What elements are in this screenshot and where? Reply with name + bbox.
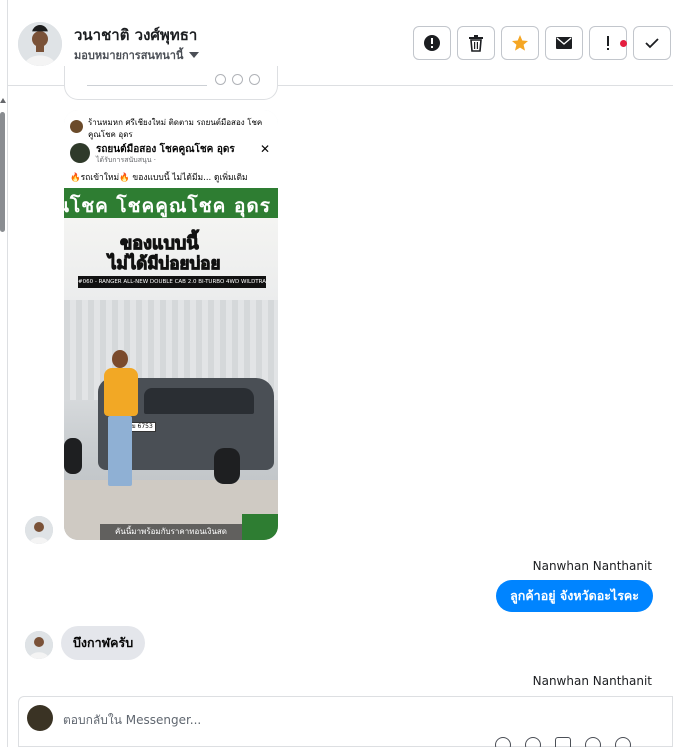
model-strip: #060 - RANGER ALL-NEW DOUBLE CAB 2.0 BI-… bbox=[78, 276, 266, 288]
notification-dot bbox=[620, 40, 627, 47]
story-header: ร้านหมหก ศรีเชียงใหม่ ติดตาม รถยนต์มือสอ… bbox=[64, 110, 278, 188]
story-shop-line: ร้านหมหก ศรีเชียงใหม่ ติดตาม รถยนต์มือสอ… bbox=[88, 118, 263, 139]
story-banner: นโชค โชคคูณโชค อุดร bbox=[64, 188, 278, 218]
mini-reply-field bbox=[87, 76, 207, 86]
assign-label: มอบหมายการสนทนานี้ bbox=[74, 49, 184, 62]
story-caption: 🔥รถเข้าใหม่🔥 ของแบบนี้ ไม่ได้มีม... ดูเพ… bbox=[70, 173, 248, 183]
assign-conversation-dropdown[interactable]: มอบหมายการสนทนานี้ bbox=[74, 46, 200, 64]
envelope-icon bbox=[556, 37, 572, 49]
story-subtitle: คันนี้มาพร้อมกับราคาทอนเงินสด bbox=[100, 524, 242, 540]
truck-wheel bbox=[214, 448, 240, 484]
shop-avatar bbox=[70, 120, 83, 133]
sender-name: Nanwhan Nanthanit bbox=[532, 559, 652, 573]
conversation-actions bbox=[413, 26, 671, 60]
delete-button[interactable] bbox=[457, 26, 495, 60]
image-icon[interactable] bbox=[555, 737, 571, 747]
composer-tools bbox=[495, 737, 631, 747]
mark-spam-button[interactable] bbox=[413, 26, 451, 60]
share-icon bbox=[249, 74, 260, 85]
person-legs bbox=[108, 416, 132, 486]
mark-unread-button[interactable] bbox=[545, 26, 583, 60]
like-icon bbox=[215, 74, 226, 85]
alert-circle-icon bbox=[424, 35, 440, 51]
person-head bbox=[112, 350, 128, 368]
mini-reactions bbox=[215, 74, 260, 85]
star-button[interactable] bbox=[501, 26, 539, 60]
scrollbar-thumb[interactable] bbox=[0, 112, 5, 232]
reply-composer[interactable]: ตอบกลับใน Messenger... bbox=[18, 696, 673, 747]
incoming-message[interactable]: บึงกาฬครับ bbox=[61, 626, 146, 660]
scroll-up-arrow[interactable] bbox=[0, 98, 6, 103]
comment-icon bbox=[232, 74, 243, 85]
story-image: ของแบบนี้ ไม่ได้มีบ่อยบ่อย #060 - RANGER… bbox=[64, 218, 278, 540]
license-plate: ฆ 6753 bbox=[128, 422, 156, 432]
exclamation-icon bbox=[607, 36, 609, 50]
money-icon[interactable] bbox=[615, 737, 631, 747]
previous-shared-card[interactable] bbox=[64, 66, 278, 100]
emoji-icon[interactable] bbox=[495, 737, 511, 747]
trash-icon bbox=[469, 35, 483, 52]
corner-banner bbox=[242, 514, 278, 540]
sponsored-label: ได้รับการสนับสนุน · bbox=[96, 156, 156, 164]
page-logo bbox=[70, 143, 90, 163]
shared-story-attachment[interactable]: ร้านหมหก ศรีเชียงใหม่ ติดตาม รถยนต์มือสอ… bbox=[64, 110, 278, 540]
contact-avatar-small[interactable] bbox=[25, 516, 53, 544]
person-shirt bbox=[104, 368, 138, 416]
sticker-icon[interactable] bbox=[585, 737, 601, 747]
left-car bbox=[64, 438, 82, 474]
close-icon[interactable]: ✕ bbox=[260, 142, 270, 156]
contact-avatar[interactable] bbox=[18, 22, 62, 66]
reply-input[interactable]: ตอบกลับใน Messenger... bbox=[63, 711, 463, 730]
sender-name: Nanwhan Nanthanit bbox=[532, 674, 652, 688]
headline-line-2: ไม่ได้มีบ่อยบ่อย bbox=[107, 254, 221, 275]
mark-done-button[interactable] bbox=[633, 26, 671, 60]
star-icon bbox=[512, 35, 528, 51]
outgoing-message[interactable]: ลูกค้าอยู่ จังหวัดอะไรคะ bbox=[496, 580, 653, 612]
contact-name[interactable]: วนาชาติ วงศ์พุทธา bbox=[74, 23, 197, 47]
page-avatar bbox=[27, 705, 53, 731]
truck-windshield bbox=[144, 388, 254, 414]
banner-text: นโชค โชคคูณโชค อุดร bbox=[64, 195, 271, 217]
caret-down-icon bbox=[189, 52, 200, 58]
divider bbox=[7, 0, 8, 747]
attachment-icon[interactable] bbox=[525, 737, 541, 747]
check-icon bbox=[645, 38, 659, 49]
messenger-conversation: วนาชาติ วงศ์พุทธา มอบหมายการสนทนานี้ ร้า… bbox=[0, 0, 673, 747]
contact-avatar-small[interactable] bbox=[25, 631, 53, 659]
